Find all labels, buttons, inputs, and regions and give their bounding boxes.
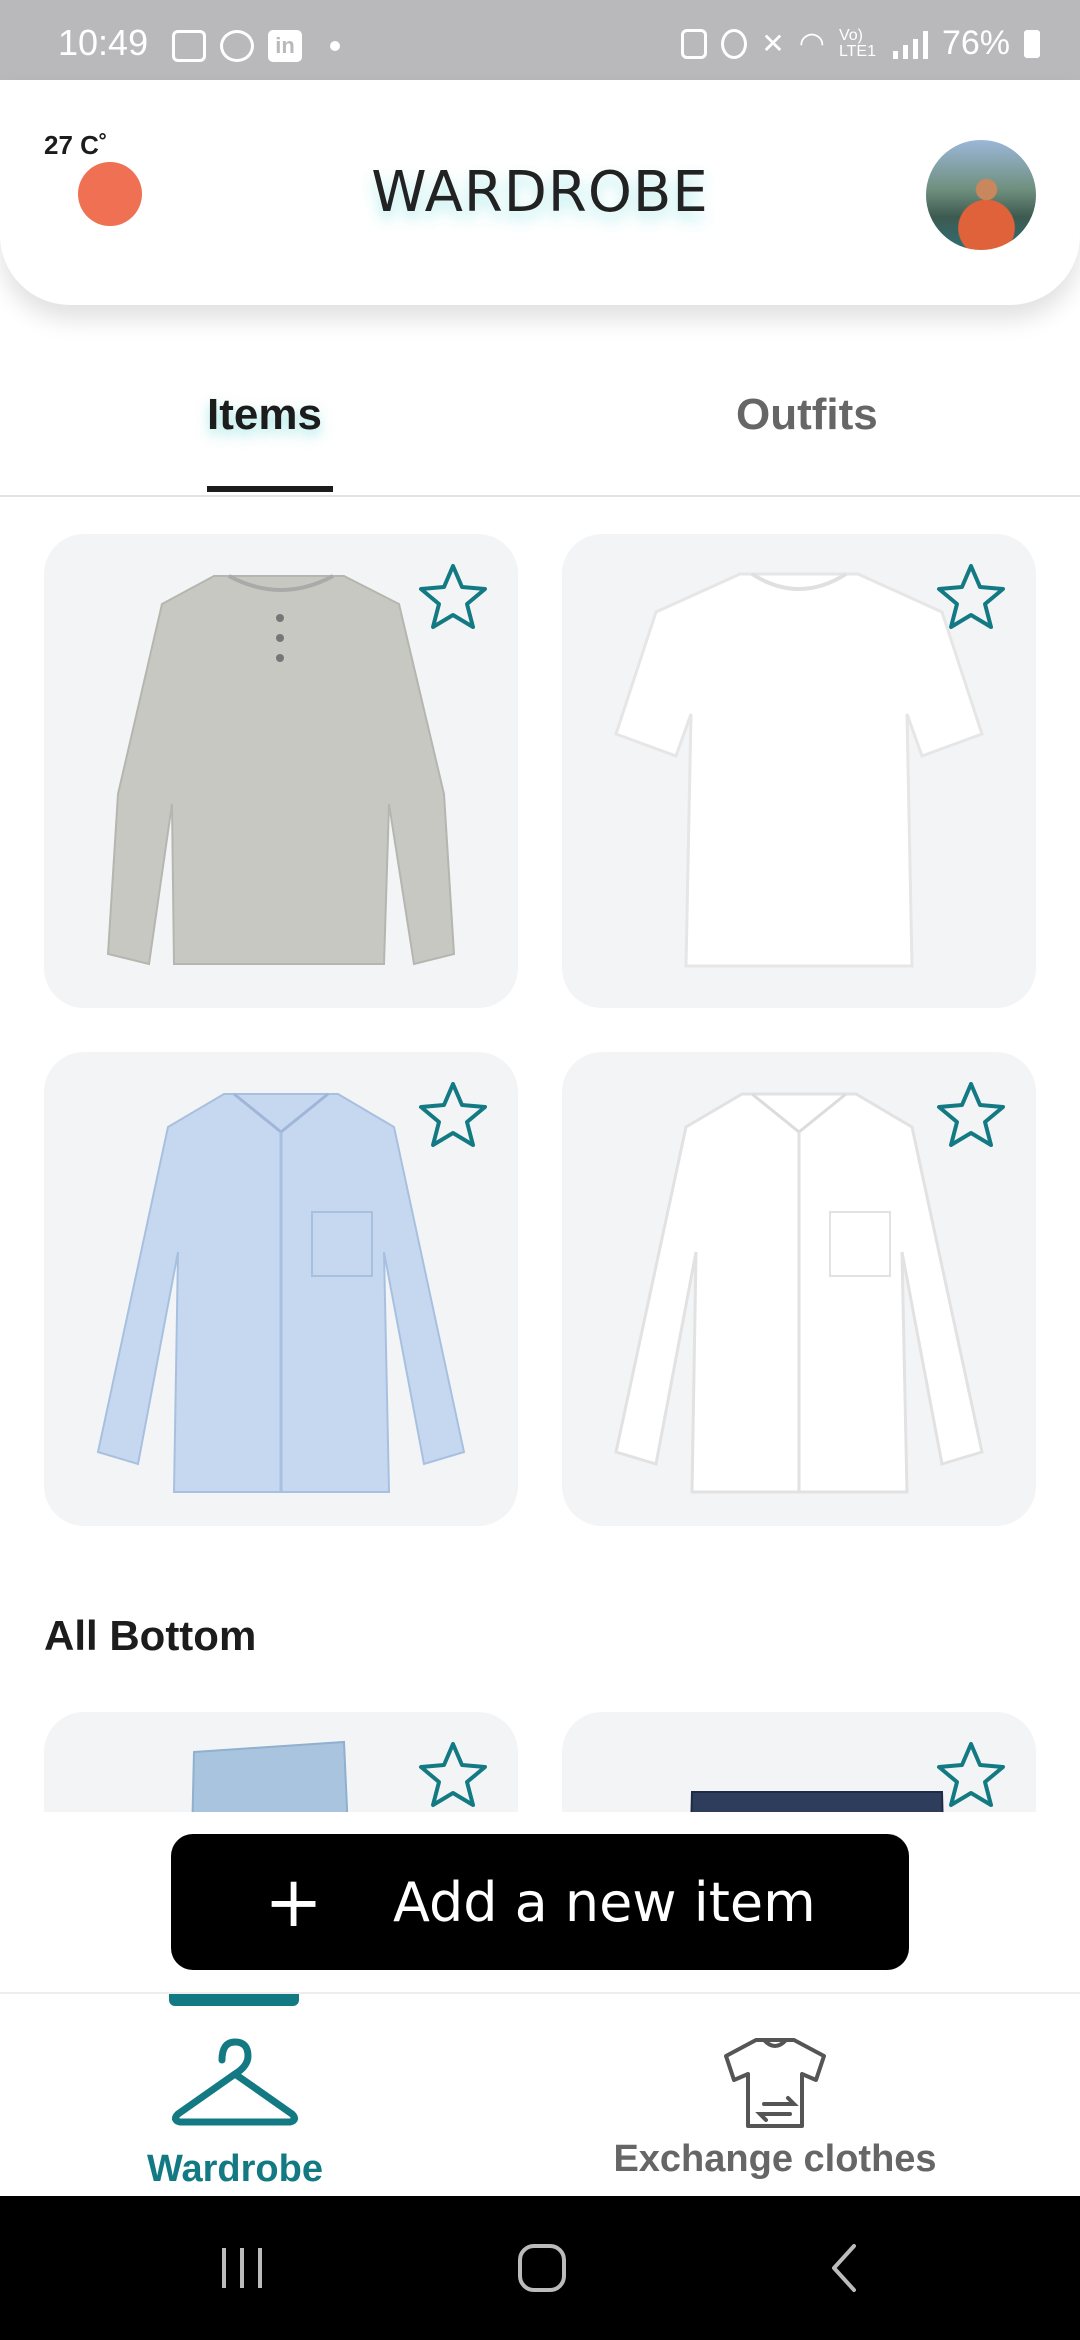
messenger-icon: [220, 30, 254, 62]
data-saver-icon: [681, 28, 708, 59]
notification-icons: in: [172, 30, 340, 62]
nav-item-exchange-clothes[interactable]: Exchange clothes: [590, 2034, 960, 2181]
alarm-icon: [721, 28, 748, 59]
home-icon[interactable]: [514, 2240, 570, 2296]
battery-percent: 76%: [941, 24, 1010, 62]
favorite-star-icon[interactable]: [418, 562, 488, 632]
tshirt-exchange-icon: [724, 2038, 826, 2128]
nav-label-wardrobe: Wardrobe: [147, 2148, 323, 2190]
app-header: 27 C˚ WARDROBE: [0, 80, 1080, 305]
favorite-star-icon[interactable]: [936, 1080, 1006, 1150]
favorite-star-icon[interactable]: [418, 1740, 488, 1810]
favorite-star-icon[interactable]: [418, 1080, 488, 1150]
status-bar: 10:49 in ✕ ◠ Vo) LTE1 76%: [0, 0, 1080, 80]
network-label: Vo) LTE1: [838, 26, 876, 60]
nav-label-exchange-clothes: Exchange clothes: [613, 2138, 937, 2180]
active-tab-indicator: [207, 486, 333, 492]
section-title-all-bottom: All Bottom: [44, 1612, 257, 1659]
tab-bar: Items Outfits: [0, 350, 1080, 497]
nav-item-wardrobe[interactable]: Wardrobe: [120, 2034, 350, 2191]
wifi-icon: ◠: [798, 27, 825, 60]
add-new-item-button[interactable]: + Add a new item: [171, 1834, 909, 1970]
item-card-white-oxford-shirt[interactable]: [562, 1052, 1036, 1526]
item-card-grey-henley[interactable]: [44, 534, 518, 1008]
mute-icon: ✕: [761, 28, 785, 59]
back-icon[interactable]: [818, 2240, 874, 2296]
favorite-star-icon[interactable]: [936, 562, 1006, 632]
item-card-blue-oxford-shirt[interactable]: [44, 1052, 518, 1526]
tab-items[interactable]: Items: [207, 390, 322, 440]
avatar[interactable]: [926, 140, 1036, 250]
status-time: 10:49: [58, 22, 149, 63]
system-navigation-bar: [0, 2196, 1080, 2340]
add-new-item-label: Add a new item: [392, 1870, 816, 1934]
bottom-navigation: Wardrobe Exchange clothes: [0, 1992, 1080, 2198]
temperature-label: 27 C˚: [44, 130, 108, 160]
hanger-icon: [171, 2038, 299, 2126]
favorite-star-icon[interactable]: [936, 1740, 1006, 1810]
linkedin-icon: in: [268, 30, 302, 62]
active-nav-indicator: [169, 1994, 299, 2006]
signal-icon: [892, 29, 928, 59]
more-notifications-icon: [330, 41, 340, 51]
plus-icon: +: [264, 1861, 323, 1943]
recent-apps-icon[interactable]: [214, 2240, 270, 2296]
page-title: WARDROBE: [371, 160, 709, 225]
system-indicators: ✕ ◠ Vo) LTE1 76%: [681, 24, 1040, 63]
gallery-icon: [172, 30, 206, 62]
battery-icon: [1024, 29, 1040, 58]
tab-outfits[interactable]: Outfits: [736, 390, 878, 440]
item-card-white-tshirt[interactable]: [562, 534, 1036, 1008]
